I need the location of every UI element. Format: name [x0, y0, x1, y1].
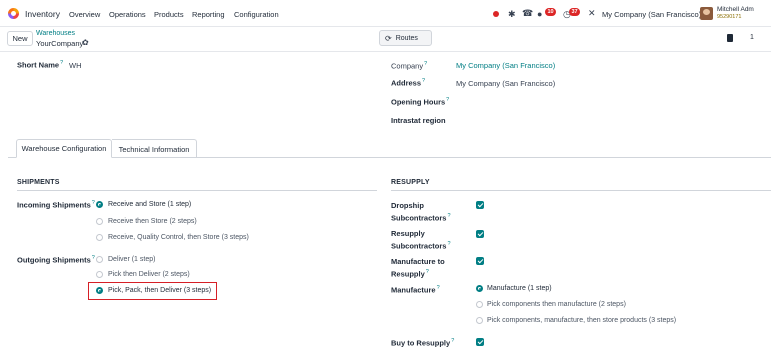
incoming-radio-3[interactable]	[96, 234, 103, 241]
user-avatar[interactable]	[700, 7, 713, 20]
manufacture-option-1[interactable]: Manufacture (1 step)	[487, 285, 552, 292]
help-icon: ?	[447, 213, 451, 219]
outgoing-shipments-label: Outgoing Shipments?	[17, 255, 95, 265]
menu-operations[interactable]: Operations	[109, 10, 146, 19]
intrastat-region-label: Intrastat region	[391, 116, 446, 125]
address-label: Address?	[391, 78, 426, 88]
pager-value: 1	[750, 34, 754, 41]
new-button[interactable]: New	[7, 31, 33, 46]
divider	[17, 190, 377, 191]
manufacture-to-resupply-checkbox[interactable]	[476, 257, 484, 265]
divider	[0, 51, 771, 52]
incoming-option-1[interactable]: Receive and Store (1 step)	[108, 201, 191, 208]
help-icon: ?	[451, 338, 455, 344]
shipments-section-title: SHIPMENTS	[17, 179, 60, 186]
breadcrumb-current-record: YourCompany	[36, 39, 84, 48]
tools-icon[interactable]: ✕	[588, 8, 596, 19]
chat-icon[interactable]: ●	[537, 9, 542, 19]
help-icon: ?	[60, 60, 64, 66]
bug-icon[interactable]: ✱	[508, 9, 516, 20]
help-icon: ?	[424, 61, 428, 67]
resupply-subcontractors-label: Resupply Subcontractors?	[391, 229, 451, 251]
company-field[interactable]: My Company (San Francisco)	[456, 61, 555, 70]
manufacture-to-resupply-label: Manufacture to Resupply?	[391, 257, 445, 279]
help-icon: ?	[447, 241, 451, 247]
help-icon: ?	[91, 200, 95, 206]
incoming-radio-2[interactable]	[96, 218, 103, 225]
manufacture-option-2[interactable]: Pick components then manufacture (2 step…	[487, 301, 626, 308]
manufacture-radio-1[interactable]	[476, 285, 483, 292]
menu-configuration[interactable]: Configuration	[234, 10, 279, 19]
messages-badge: 10	[545, 8, 556, 16]
tab-technical-information[interactable]: Technical Information	[112, 139, 197, 158]
phone-icon[interactable]: ☎	[522, 8, 533, 19]
address-field[interactable]: My Company (San Francisco)	[456, 79, 555, 88]
highlight-annotation	[88, 282, 217, 300]
tab-warehouse-configuration[interactable]: Warehouse Configuration	[16, 139, 112, 158]
manufacture-label: Manufacture?	[391, 285, 440, 295]
company-label: Company?	[391, 61, 428, 71]
outgoing-option-1[interactable]: Deliver (1 step)	[108, 256, 155, 263]
app-name[interactable]: Inventory	[25, 9, 60, 19]
menu-products[interactable]: Products	[154, 10, 184, 19]
gear-icon[interactable]: ✿	[82, 38, 89, 47]
dropship-subcontractors-checkbox[interactable]	[476, 201, 484, 209]
manufacture-option-3[interactable]: Pick components, manufacture, then store…	[487, 317, 676, 324]
divider	[391, 190, 771, 191]
incoming-option-3[interactable]: Receive, Quality Control, then Store (3 …	[108, 234, 249, 241]
buy-to-resupply-checkbox[interactable]	[476, 338, 484, 346]
database-id: 95290171	[717, 14, 742, 20]
manufacture-radio-2[interactable]	[476, 301, 483, 308]
resupply-section-title: RESUPPLY	[391, 179, 430, 186]
incoming-radio-1[interactable]	[96, 201, 103, 208]
refresh-icon: ⟳	[385, 33, 392, 43]
menu-reporting[interactable]: Reporting	[192, 10, 225, 19]
inventory-app-icon[interactable]	[8, 8, 19, 19]
user-name[interactable]: Mitchell Adm	[717, 6, 754, 13]
outgoing-radio-2[interactable]	[96, 271, 103, 278]
incoming-shipments-label: Incoming Shipments?	[17, 200, 95, 210]
short-name-label: Short Name?	[17, 60, 64, 70]
dropship-subcontractors-label: Dropship Subcontractors?	[391, 201, 451, 223]
activities-badge: 37	[569, 8, 580, 16]
opening-hours-label: Opening Hours?	[391, 97, 450, 107]
help-icon: ?	[91, 255, 95, 261]
manufacture-radio-3[interactable]	[476, 317, 483, 324]
incoming-option-2[interactable]: Receive then Store (2 steps)	[108, 218, 197, 225]
help-icon: ?	[425, 269, 429, 275]
help-icon: ?	[446, 97, 450, 103]
help-icon: ?	[436, 285, 440, 291]
outgoing-option-2[interactable]: Pick then Deliver (2 steps)	[108, 271, 190, 278]
company-switcher[interactable]: My Company (San Francisco)	[602, 10, 701, 19]
breadcrumb-warehouses[interactable]: Warehouses	[36, 30, 75, 37]
menu-overview[interactable]: Overview	[69, 10, 100, 19]
recording-indicator-icon[interactable]	[493, 11, 499, 17]
routes-label: Routes	[395, 34, 418, 42]
help-icon: ?	[422, 78, 426, 84]
outgoing-radio-1[interactable]	[96, 256, 103, 263]
resupply-subcontractors-checkbox[interactable]	[476, 230, 484, 238]
routes-smart-button[interactable]: ⟳ Routes	[379, 30, 432, 46]
short-name-field[interactable]: WH	[69, 61, 82, 70]
buy-to-resupply-label: Buy to Resupply?	[391, 338, 455, 348]
book-icon[interactable]	[727, 34, 733, 42]
